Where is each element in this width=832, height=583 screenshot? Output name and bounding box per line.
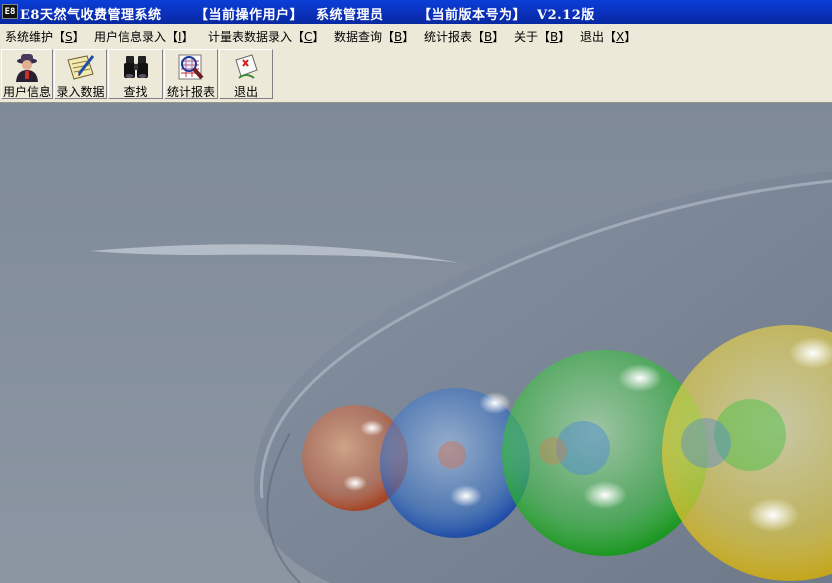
desktop-background — [0, 103, 832, 583]
search-button[interactable]: 查找 — [108, 49, 163, 99]
bubbles-wallpaper — [0, 103, 832, 583]
statistics-report-button[interactable]: 统计报表 — [164, 49, 218, 99]
menu-meter-data-entry[interactable]: 计量表数据录入【C】 — [208, 28, 324, 45]
menu-bar: 系统维护【S】 用户信息录入【I】 计量表数据录入【C】 数据查询【B】 统计报… — [0, 24, 832, 47]
current-user-value: 系统管理员 — [316, 8, 384, 23]
menu-system-maintenance[interactable]: 系统维护【S】 — [5, 28, 85, 45]
menu-statistics-report[interactable]: 统计报表【B】 — [424, 28, 504, 45]
title-bar: E8 E8天然气收费管理系统 【当前操作用户】 系统管理员 【当前版本号为】 V… — [0, 0, 832, 24]
report-magnifier-icon — [178, 54, 204, 80]
menu-data-query[interactable]: 数据查询【B】 — [334, 28, 414, 45]
current-user-label: 【当前操作用户】 — [195, 8, 304, 23]
menu-user-info-entry[interactable]: 用户信息录入【I】 — [94, 28, 194, 45]
menu-about[interactable]: 关于【B】 — [514, 28, 570, 45]
menu-exit[interactable]: 退出【X】 — [580, 28, 636, 45]
version-value: V2.12版 — [537, 8, 595, 23]
data-entry-button[interactable]: 录入数据 — [54, 49, 107, 99]
exit-icon — [235, 54, 258, 79]
exit-button[interactable]: 退出 — [219, 49, 273, 99]
user-info-icon — [16, 54, 38, 82]
user-info-button[interactable]: 用户信息 — [1, 49, 53, 99]
version-label: 【当前版本号为】 — [418, 8, 527, 23]
app-icon: E8 — [2, 4, 18, 19]
binoculars-icon — [123, 56, 148, 78]
app-title: E8天然气收费管理系统 — [20, 8, 162, 23]
data-entry-icon — [66, 55, 94, 80]
toolbar: 用户信息 录入数据 查找 统计报表 退出 — [0, 46, 832, 103]
